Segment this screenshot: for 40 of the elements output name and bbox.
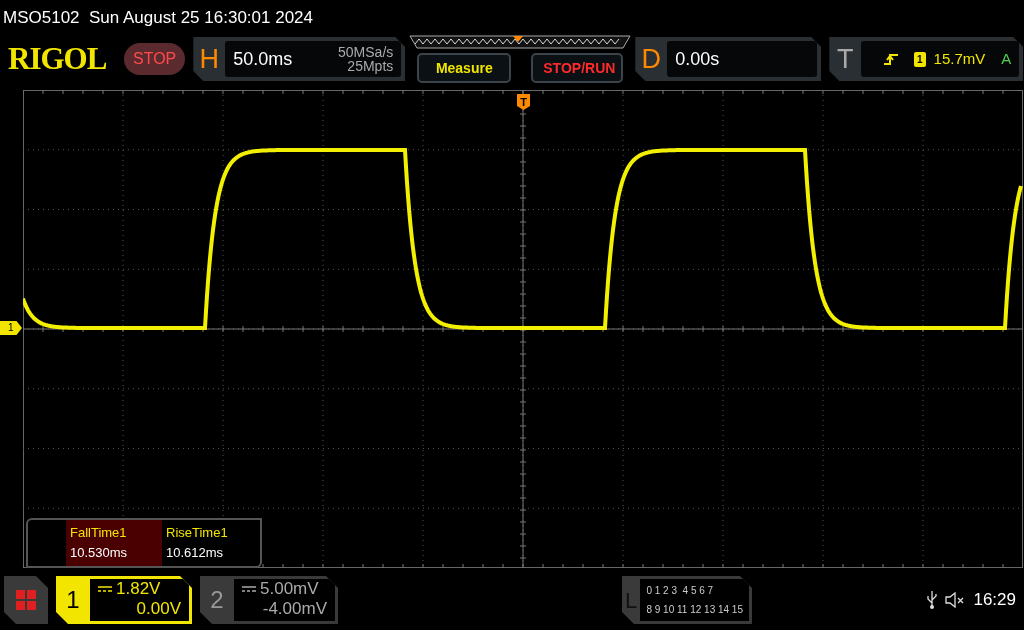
run-status-indicator: STOP bbox=[124, 43, 186, 75]
usb-icon bbox=[927, 591, 938, 609]
channel-marker: 1 bbox=[0, 321, 22, 335]
channel-number: 2 bbox=[209, 585, 225, 615]
measurement-cell[interactable]: RiseTime1 10.612ms bbox=[162, 520, 258, 566]
timebase-panel[interactable]: H 50.0ms 50MSa/s 25Mpts bbox=[193, 37, 406, 81]
measurement-cell[interactable]: FallTime1 10.530ms bbox=[66, 520, 162, 566]
timebase-value: 50.0ms bbox=[233, 47, 293, 71]
rising-edge-icon bbox=[884, 53, 898, 65]
delay-value: 0.00s bbox=[675, 47, 720, 71]
channel-panel[interactable]: 2 5.00mV -4.00mV bbox=[200, 576, 338, 624]
title-text: MSO5102 Sun August 25 16:30:01 2024 bbox=[2, 7, 315, 29]
dc-coupling-icon bbox=[242, 586, 256, 592]
grid-icon bbox=[16, 590, 36, 610]
delay-panel[interactable]: D 0.00s bbox=[635, 37, 822, 81]
brand-logo: RIGOL bbox=[8, 39, 108, 78]
toolbar-button[interactable]: STOP/RUN bbox=[531, 53, 624, 83]
dc-coupling-icon bbox=[98, 586, 112, 592]
trigger-position-marker: T bbox=[517, 94, 530, 110]
channel-panel[interactable]: 1 1.82V 0.00V bbox=[56, 576, 192, 624]
toolbar-button[interactable]: Measure bbox=[417, 53, 512, 83]
trigger-mode: A bbox=[1001, 48, 1012, 69]
clock-time: 16:29 bbox=[973, 589, 1016, 612]
channel-scale: 1.82V bbox=[116, 579, 161, 599]
speaker-muted-icon bbox=[945, 592, 966, 608]
channel-offset: 0.00V bbox=[135, 599, 181, 619]
panel-letter: T bbox=[836, 42, 855, 76]
trigger-panel[interactable]: T 1 15.7mV A bbox=[829, 37, 1024, 81]
channel-number: 1 bbox=[65, 585, 81, 615]
memory-depth: 25Mpts bbox=[346, 59, 394, 73]
panel-letter: H bbox=[198, 42, 221, 76]
menu-button[interactable] bbox=[4, 576, 48, 624]
channel-scale: 5.00mV bbox=[260, 579, 319, 599]
digital-channel-labels: 8 9 10 11 12 13 14 15 bbox=[646, 603, 743, 617]
trigger-level: 15.7mV bbox=[933, 48, 986, 69]
digital-channel-labels: 0 1 2 3 4 5 6 7 bbox=[646, 584, 715, 598]
channel-offset: -4.00mV bbox=[261, 599, 327, 619]
panel-letter: D bbox=[640, 42, 663, 76]
sample-rate: 50MSa/s bbox=[338, 45, 394, 59]
trigger-source-badge: 1 bbox=[914, 51, 926, 67]
